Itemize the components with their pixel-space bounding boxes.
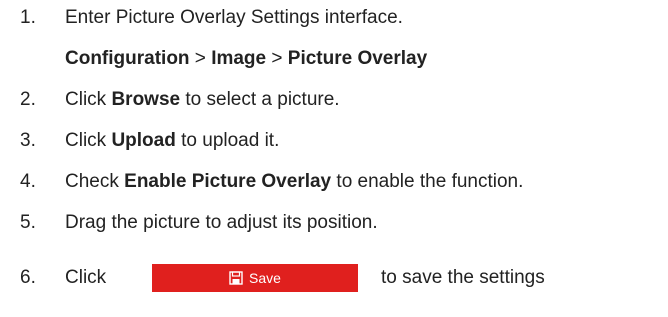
save-button-label: Save <box>249 270 281 286</box>
step-number: 5. <box>20 212 36 233</box>
step-text: Drag the picture to adjust its position. <box>65 212 378 233</box>
path-separator: > <box>266 48 288 69</box>
step-text-pre: Check <box>65 171 125 192</box>
path-separator: > <box>189 48 212 69</box>
path-image: Image <box>211 48 267 69</box>
browse-keyword: Browse <box>111 89 181 110</box>
save-icon <box>229 271 243 285</box>
upload-keyword: Upload <box>111 130 176 151</box>
step-number: 4. <box>20 171 36 192</box>
step-text-post: to upload it. <box>175 130 280 151</box>
step-text-post: to save the settings <box>381 267 545 288</box>
step-text-pre: Click <box>65 89 112 110</box>
path-picture-overlay: Picture Overlay <box>287 48 428 69</box>
step-number: 6. <box>20 267 36 288</box>
step-text-pre: Click <box>65 267 107 288</box>
step-text-pre: Click <box>65 130 112 151</box>
step-text: Enter Picture Overlay Settings interface… <box>65 7 403 28</box>
enable-overlay-keyword: Enable Picture Overlay <box>124 171 332 192</box>
step-number: 3. <box>20 130 36 151</box>
step-text-post: to enable the function. <box>331 171 524 192</box>
instruction-document: 1. Enter Picture Overlay Settings interf… <box>0 0 668 317</box>
step-text-post: to select a picture. <box>180 89 340 110</box>
save-button[interactable]: Save <box>152 264 358 292</box>
path-configuration: Configuration <box>65 48 190 69</box>
step-number: 1. <box>20 7 36 28</box>
step-number: 2. <box>20 89 36 110</box>
